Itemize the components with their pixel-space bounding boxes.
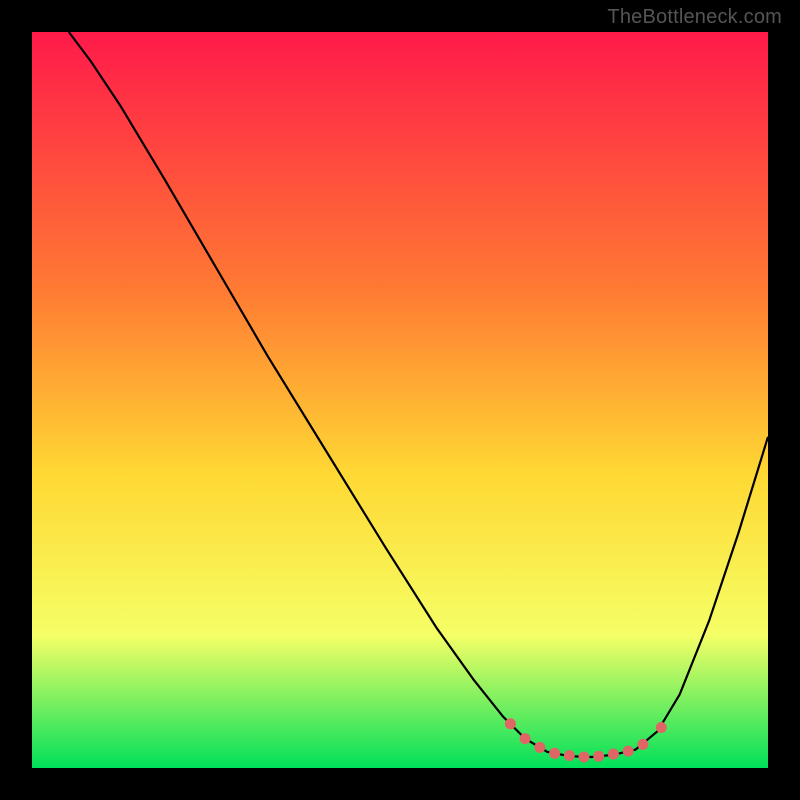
marker-dot (593, 751, 604, 762)
chart-container: TheBottleneck.com (0, 0, 800, 800)
marker-dot (520, 733, 531, 744)
marker-dot (637, 739, 648, 750)
marker-dot (608, 749, 619, 760)
marker-dot (534, 742, 545, 753)
chart-svg (32, 32, 768, 768)
marker-dot (549, 748, 560, 759)
plot-area (32, 32, 768, 768)
marker-dot (623, 746, 634, 757)
marker-dot (505, 718, 516, 729)
marker-dot (656, 722, 667, 733)
marker-dot (579, 752, 590, 763)
marker-dot (564, 750, 575, 761)
watermark-text: TheBottleneck.com (607, 6, 782, 29)
